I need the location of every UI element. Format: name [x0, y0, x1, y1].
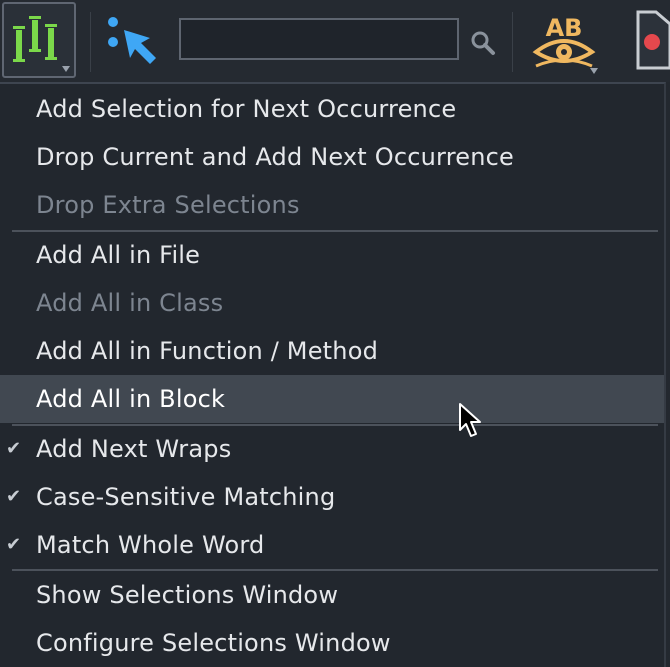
selection-menu: Add Selection for Next Occurrence Drop C… — [0, 82, 666, 667]
chevron-down-icon[interactable] — [590, 68, 598, 74]
menu-item-add-all-in-class: Add All in Class — [36, 289, 224, 317]
menu-item-drop-extra-selections: Drop Extra Selections — [36, 191, 300, 219]
magnifier-icon[interactable] — [470, 30, 496, 56]
mouse-pointer-icon — [459, 403, 481, 437]
spell-check-button[interactable]: AB — [530, 8, 598, 76]
spell-check-icon: AB — [532, 14, 596, 68]
menu-item-label: Match Whole Word — [36, 531, 265, 559]
menu-item-add-all-in-file[interactable]: Add All in File — [0, 231, 664, 279]
checkmark-icon: ✔ — [6, 534, 22, 555]
select-pointer-icon[interactable] — [104, 12, 164, 72]
menu-item-case-sensitive-matching[interactable]: ✔ Case-Sensitive Matching — [0, 473, 664, 521]
record-icon[interactable] — [636, 10, 670, 70]
menu-item-match-whole-word[interactable]: ✔ Match Whole Word — [0, 521, 664, 569]
toolbar-divider — [512, 12, 513, 72]
multi-selection-button[interactable] — [2, 2, 76, 78]
checkmark-icon: ✔ — [6, 438, 22, 459]
menu-item-configure-selections-window[interactable]: Configure Selections Window — [0, 619, 664, 667]
menu-item-add-all-in-block[interactable]: Add All in Block — [0, 375, 664, 423]
menu-item-label: Add Next Wraps — [36, 435, 232, 463]
menu-item-add-next-wraps[interactable]: ✔ Add Next Wraps — [0, 425, 664, 473]
search-input[interactable] — [179, 18, 459, 60]
menu-item-add-selection-next-occurrence[interactable]: Add Selection for Next Occurrence — [0, 85, 664, 133]
menu-item-add-all-in-function[interactable]: Add All in Function / Method — [0, 327, 664, 375]
menu-item-show-selections-window[interactable]: Show Selections Window — [0, 571, 664, 619]
svg-text:AB: AB — [546, 14, 583, 42]
chevron-down-icon — [62, 66, 70, 72]
menu-item-drop-current-add-next[interactable]: Drop Current and Add Next Occurrence — [0, 133, 664, 181]
toolbar-divider — [90, 12, 91, 72]
toolbar: AB — [0, 0, 670, 82]
checkmark-icon: ✔ — [6, 486, 22, 507]
menu-item-label: Case-Sensitive Matching — [36, 483, 336, 511]
